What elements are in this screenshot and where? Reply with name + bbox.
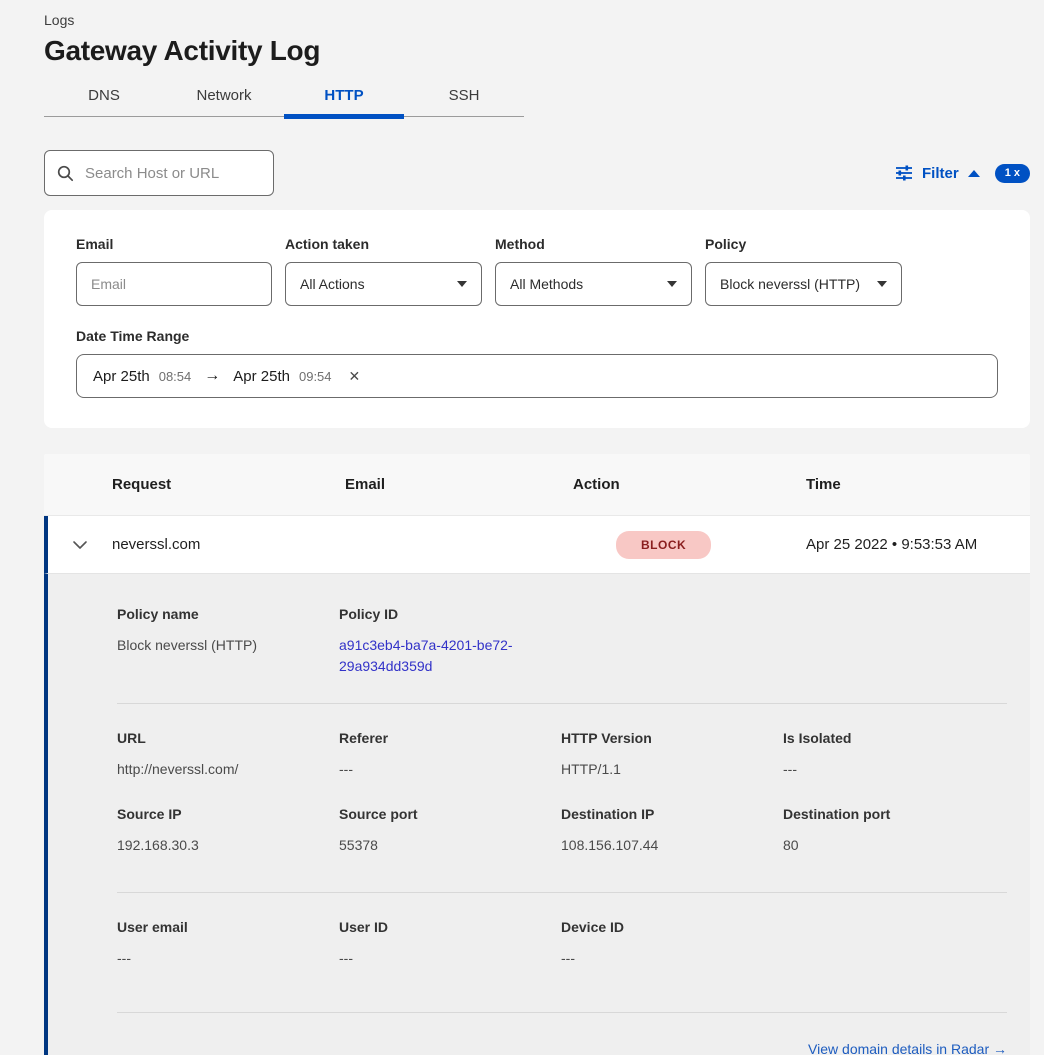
destination-port-field: Destination port 80 (783, 806, 1005, 856)
tab-dns[interactable]: DNS (44, 79, 164, 116)
filter-action-field: Action taken All Actions (285, 236, 482, 306)
destination-ip-field: Destination IP 108.156.107.44 (561, 806, 783, 856)
source-port-label: Source port (339, 806, 561, 823)
source-ip-value: 192.168.30.3 (117, 835, 339, 856)
referer-value: --- (339, 759, 561, 780)
destination-ip-value: 108.156.107.44 (561, 835, 783, 856)
chevron-down-icon (667, 281, 677, 287)
row-details-panel: Policy name Block neverssl (HTTP) Policy… (44, 574, 1030, 1055)
filter-toggle[interactable]: Filter 1 x (895, 164, 1030, 183)
http-version-field: HTTP Version HTTP/1.1 (561, 730, 783, 780)
filter-count-badge: 1 x (995, 164, 1030, 183)
http-version-value: HTTP/1.1 (561, 759, 783, 780)
filter-policy-field: Policy Block neverssl (HTTP) (705, 236, 902, 306)
policy-id-link[interactable]: a91c3eb4-ba7a-4201-be72-29a934dd359d (339, 635, 535, 677)
radar-details-link[interactable]: View domain details in Radar → (808, 1041, 1007, 1055)
end-time: 09:54 (299, 369, 332, 384)
search-box[interactable] (44, 150, 274, 196)
method-value: All Methods (510, 276, 583, 292)
user-id-label: User ID (339, 919, 561, 936)
destination-port-value: 80 (783, 835, 1005, 856)
toolbar: Filter 1 x (44, 150, 1030, 196)
table-row[interactable]: neverssl.com BLOCK Apr 25 2022 • 9:53:53… (44, 516, 1030, 574)
collapse-caret-icon (968, 170, 980, 177)
activity-log-table: Request Email Action Time neverssl.com B… (44, 454, 1030, 1055)
policy-value: Block neverssl (HTTP) (720, 276, 860, 292)
filter-email-field: Email (76, 236, 272, 306)
row-expand-chevron[interactable] (72, 540, 88, 550)
filter-daterange-field: Date Time Range Apr 25th 08:54 → Apr 25t… (76, 328, 998, 398)
search-icon (57, 165, 74, 182)
action-taken-select[interactable]: All Actions (285, 262, 482, 306)
policy-label: Policy (705, 236, 902, 252)
destination-port-label: Destination port (783, 806, 1005, 823)
device-id-label: Device ID (561, 919, 783, 936)
filter-label: Filter (922, 165, 959, 182)
source-ip-field: Source IP 192.168.30.3 (117, 806, 339, 856)
email-filter-label: Email (76, 236, 272, 252)
tab-network[interactable]: Network (164, 79, 284, 116)
filter-panel: Email Action taken All Actions Method Al… (44, 210, 1030, 428)
log-type-tabs: DNS Network HTTP SSH (44, 79, 524, 117)
row-request: neverssl.com (112, 536, 345, 553)
chevron-down-icon (457, 281, 467, 287)
url-field: URL http://neverssl.com/ (117, 730, 339, 780)
destination-ip-label: Destination IP (561, 806, 783, 823)
policy-name-value: Block neverssl (HTTP) (117, 635, 339, 656)
breadcrumb: Logs (44, 12, 1030, 29)
filter-method-field: Method All Methods (495, 236, 692, 306)
referer-label: Referer (339, 730, 561, 747)
source-ip-label: Source IP (117, 806, 339, 823)
policy-id-field: Policy ID a91c3eb4-ba7a-4201-be72-29a934… (339, 606, 561, 677)
tab-ssh[interactable]: SSH (404, 79, 524, 116)
table-header-row: Request Email Action Time (44, 454, 1030, 516)
url-label: URL (117, 730, 339, 747)
col-header-action: Action (573, 476, 806, 493)
chevron-down-icon (72, 540, 88, 550)
action-taken-value: All Actions (300, 276, 365, 292)
policy-id-label: Policy ID (339, 606, 561, 623)
col-header-time: Time (806, 476, 1030, 493)
user-email-field: User email --- (117, 919, 339, 969)
start-date: Apr 25th (93, 368, 150, 385)
action-taken-label: Action taken (285, 236, 482, 252)
search-input[interactable] (83, 164, 261, 183)
policy-select[interactable]: Block neverssl (HTTP) (705, 262, 902, 306)
source-port-field: Source port 55378 (339, 806, 561, 856)
source-port-value: 55378 (339, 835, 561, 856)
row-time: Apr 25 2022 • 9:53:53 AM (806, 536, 1030, 553)
chevron-down-icon (877, 281, 887, 287)
arrow-right-icon: → (200, 367, 224, 385)
http-version-label: HTTP Version (561, 730, 783, 747)
url-value: http://neverssl.com/ (117, 759, 339, 780)
method-select[interactable]: All Methods (495, 262, 692, 306)
method-label: Method (495, 236, 692, 252)
filter-sliders-icon (895, 165, 913, 181)
device-id-field: Device ID --- (561, 919, 783, 969)
page-header: Logs Gateway Activity Log (0, 0, 1044, 67)
is-isolated-field: Is Isolated --- (783, 730, 1005, 780)
tab-http[interactable]: HTTP (284, 79, 404, 116)
device-id-value: --- (561, 948, 783, 969)
referer-field: Referer --- (339, 730, 561, 780)
col-header-email: Email (345, 476, 573, 493)
is-isolated-value: --- (783, 759, 1005, 780)
clear-date-range-icon[interactable]: ✕ (349, 368, 361, 385)
policy-name-label: Policy name (117, 606, 339, 623)
is-isolated-label: Is Isolated (783, 730, 1005, 747)
user-email-label: User email (117, 919, 339, 936)
user-id-value: --- (339, 948, 561, 969)
action-block-badge: BLOCK (616, 531, 711, 559)
end-date: Apr 25th (233, 368, 290, 385)
user-id-field: User ID --- (339, 919, 561, 969)
user-email-value: --- (117, 948, 339, 969)
date-range-label: Date Time Range (76, 328, 998, 344)
email-filter-input[interactable] (76, 262, 272, 306)
start-time: 08:54 (159, 369, 192, 384)
page-title: Gateway Activity Log (44, 35, 1030, 67)
policy-name-field: Policy name Block neverssl (HTTP) (117, 606, 339, 677)
col-header-request: Request (112, 476, 345, 493)
date-range-picker[interactable]: Apr 25th 08:54 → Apr 25th 09:54 ✕ (76, 354, 998, 398)
